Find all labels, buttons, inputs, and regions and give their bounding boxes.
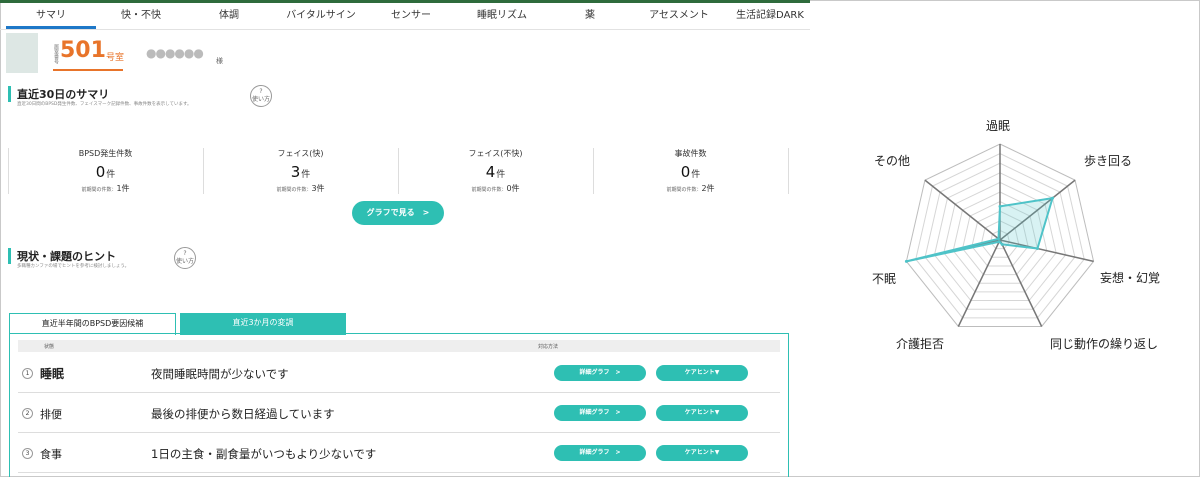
radar-data-point [997,240,1001,244]
prev-period-label: 前期間の件数： [276,187,312,193]
hints-help-button[interactable]: ? 使い方 [174,247,196,269]
summary-pane: サマリ 快・不快 体調 バイタルサイン センサー 睡眠リズム 薬 アセスメント … [0,0,810,477]
prev-period-value: 1件 [116,184,130,193]
summary-help-button[interactable]: ? 使い方 [250,85,272,107]
stat-bpsd: BPSD発生件数 0件 前期間の件数：1件 [8,148,203,196]
table-row: 3 食事 1日の主食・副食量がいつもより少ないです 詳細グラフ > ケアヒント▼ [18,434,780,473]
radar-data-point [1000,242,1004,246]
stat-value: 4 [485,163,496,181]
row-number: 1 [22,368,33,379]
stat-divider [788,148,789,194]
view-graph-button[interactable]: グラフで見る > [352,201,444,225]
hints-table: 状態 対応方法 1 睡眠 夜間睡眠時間が少ないです 詳細グラフ > ケアヒント▼… [9,333,789,477]
radar-series-area [906,196,1054,263]
table-header: 状態 対応方法 [18,340,780,352]
stat-value: 0 [95,163,106,181]
row-number: 3 [22,448,33,459]
stat-value: 3 [290,163,301,181]
stat-face-negative: フェイス(不快) 4件 前期間の件数：0件 [398,148,593,196]
prev-period-value: 3件 [311,184,325,193]
tab-vital-signs[interactable]: バイタルサイン [276,3,366,29]
tab-summary[interactable]: サマリ [6,3,96,29]
prev-period-label: 前期間の件数： [666,187,702,193]
stat-unit: 件 [106,170,116,180]
hints-title: 現状・課題のヒント [8,248,116,264]
table-row: 1 睡眠 夜間睡眠時間が少ないです 詳細グラフ > ケアヒント▼ [18,354,780,393]
tab-sensor[interactable]: センサー [376,3,446,29]
resident-photo [6,33,38,73]
radar-axis-label: 歩き回る [1084,154,1133,168]
stat-unit: 件 [301,170,311,180]
stat-label: BPSD発生件数 [78,149,133,158]
care-hint-button[interactable]: ケアヒント▼ [656,365,748,381]
row-category: 睡眠 [40,367,65,381]
hints-subtitle: 多職種カンファの場でヒントを参考に検討しましょう。 [17,264,130,269]
row-description: 夜間睡眠時間が少ないです [151,367,289,381]
tab-bar: サマリ 快・不快 体調 バイタルサイン センサー 睡眠リズム 薬 アセスメント … [0,3,810,30]
radar-svg [904,143,1095,327]
summary-subtitle: 直近30日間のBPSD発生件数、フェイスマーク記録件数、事故件数を表示しています… [17,102,192,107]
prev-period-value: 0件 [506,184,520,193]
radar-axis-label: 介護拒否 [896,337,945,351]
row-description: 最後の排便から数日経過しています [151,407,335,421]
radar-axis-label: 不眠 [872,272,897,286]
care-hint-button[interactable]: ケアヒント▼ [656,445,748,461]
stat-value: 0 [680,163,691,181]
column-header-action: 対応方法 [538,344,559,350]
detail-graph-button[interactable]: 詳細グラフ > [554,365,646,381]
stat-label: 事故件数 [674,149,707,158]
room-suffix: 号室 [106,53,125,63]
tab-condition[interactable]: 体調 [192,3,266,29]
tab-comfort[interactable]: 快・不快 [104,3,178,29]
room-number: 501 [60,38,106,63]
care-hint-button[interactable]: ケアヒント▼ [656,405,748,421]
radar-axis-label: 過眠 [986,119,1011,133]
detail-graph-button[interactable]: 詳細グラフ > [554,445,646,461]
help-label: 使い方 [175,258,194,265]
resident-name: ●●●●●● [146,46,204,60]
radar-data-point [1035,247,1039,251]
table-row: 2 排便 最後の排便から数日経過しています 詳細グラフ > ケアヒント▼ [18,394,780,433]
bpsd-radar-chart: 過眠 歩き回る 妄想・幻覚 同じ動作の繰り返し 介護拒否 不眠 その他 [810,0,1198,477]
stat-label: フェイス(快) [277,149,324,158]
tab-recent-changes[interactable]: 直近3か月の変調 [180,313,346,335]
help-icon: ? [259,88,263,95]
tab-sleep-rhythm[interactable]: 睡眠リズム [466,3,538,29]
stat-label: フェイス(不快) [468,149,523,158]
row-description: 1日の主食・副食量がいつもより少ないです [151,447,377,461]
radar-axis-label: その他 [874,154,911,168]
help-icon: ? [183,250,187,257]
radar-data-point [996,237,1000,241]
radar-data-point [904,259,908,263]
prev-period-value: 2件 [701,184,715,193]
row-category: 食事 [40,448,62,461]
radar-axis-label: 妄想・幻覚 [1100,271,1161,285]
tab-assessment[interactable]: アセスメント [636,3,722,29]
prev-period-label: 前期間の件数： [81,187,117,193]
stat-face-positive: フェイス(快) 3件 前期間の件数：3件 [203,148,398,196]
summary-title: 直近30日のサマリ [8,86,109,102]
tab-bpsd-factors[interactable]: 直近半年間のBPSD要因候補 [9,313,176,335]
room-prefix-label: 居室番号 [53,44,59,64]
row-number: 2 [22,408,33,419]
stat-unit: 件 [496,170,506,180]
column-header-state: 状態 [44,344,55,350]
stat-accidents: 事故件数 0件 前期間の件数：2件 [593,148,788,196]
radar-data-point [998,204,1002,208]
tab-medicine[interactable]: 薬 [572,3,608,29]
radar-data-point [1051,196,1055,200]
room-underline [53,69,123,71]
help-label: 使い方 [251,96,270,103]
detail-graph-button[interactable]: 詳細グラフ > [554,405,646,421]
honorific: 様 [216,57,223,65]
row-category: 排便 [40,408,62,421]
stat-unit: 件 [691,170,701,180]
radar-axis-label: 同じ動作の繰り返し [1050,337,1159,351]
tab-life-record[interactable]: 生活記録DARK [730,3,810,29]
prev-period-label: 前期間の件数： [471,187,507,193]
